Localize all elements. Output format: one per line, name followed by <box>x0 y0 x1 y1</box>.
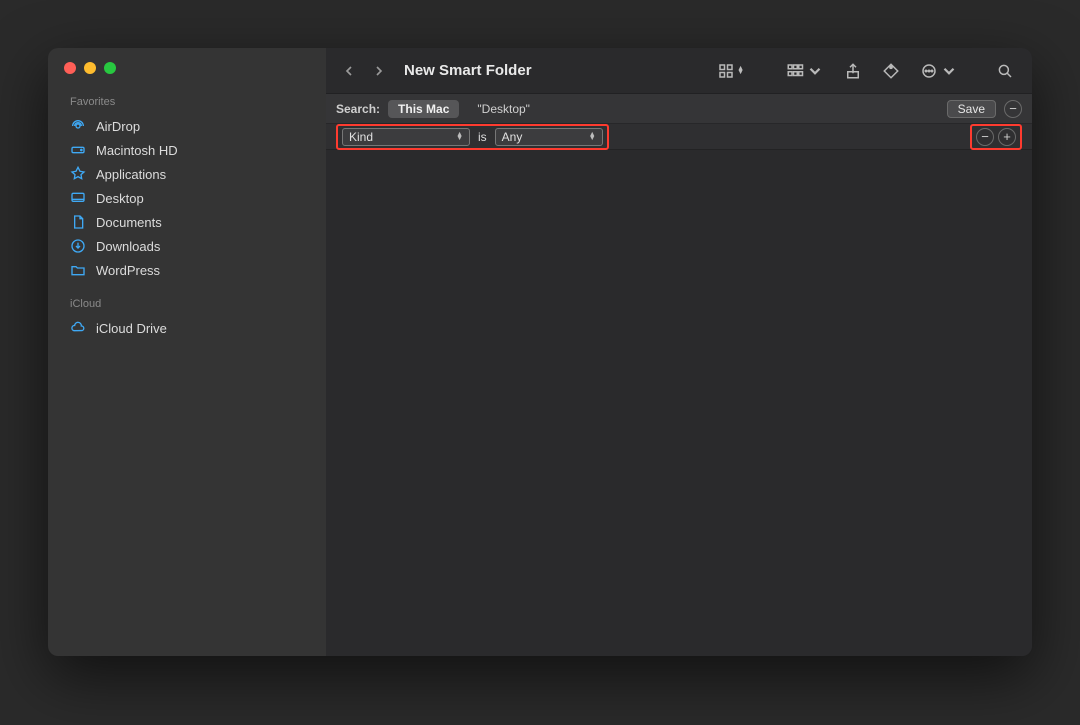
criteria-attribute-dropdown[interactable]: Kind ▲▼ <box>342 128 470 146</box>
airdrop-icon <box>70 118 86 134</box>
back-button[interactable] <box>338 60 360 82</box>
main-area: New Smart Folder ▲▼ <box>326 48 1032 656</box>
folder-icon <box>70 262 86 278</box>
dropdown-value: Kind <box>349 130 450 144</box>
sidebar-favorites-group: Favorites AirDrop Macintosh HD Applicati… <box>64 94 310 282</box>
remove-search-button[interactable]: − <box>1004 100 1022 118</box>
sidebar-item-macintosh-hd[interactable]: Macintosh HD <box>64 138 310 162</box>
sidebar-item-wordpress[interactable]: WordPress <box>64 258 310 282</box>
group-by-button[interactable] <box>780 58 830 84</box>
criteria-operator: is <box>478 130 487 144</box>
sidebar-item-icloud-drive[interactable]: iCloud Drive <box>64 316 310 340</box>
criteria-highlight-right: − + <box>970 124 1022 150</box>
close-window-button[interactable] <box>64 62 76 74</box>
minimize-window-button[interactable] <box>84 62 96 74</box>
updown-icon: ▲▼ <box>589 133 596 141</box>
criteria-value-dropdown[interactable]: Any ▲▼ <box>495 128 603 146</box>
sidebar-item-label: Macintosh HD <box>96 143 178 158</box>
scope-desktop[interactable]: "Desktop" <box>467 100 540 118</box>
sidebar-item-documents[interactable]: Documents <box>64 210 310 234</box>
cloud-icon <box>70 320 86 336</box>
documents-icon <box>70 214 86 230</box>
sidebar: Favorites AirDrop Macintosh HD Applicati… <box>48 48 326 656</box>
desktop-icon <box>70 190 86 206</box>
save-button[interactable]: Save <box>947 100 996 118</box>
zoom-window-button[interactable] <box>104 62 116 74</box>
updown-icon: ▲▼ <box>737 67 744 75</box>
window-title: New Smart Folder <box>404 62 532 79</box>
sidebar-item-label: WordPress <box>96 263 160 278</box>
dropdown-value: Any <box>502 130 583 144</box>
applications-icon <box>70 166 86 182</box>
sidebar-item-label: Applications <box>96 167 166 182</box>
window-controls <box>64 62 310 74</box>
search-label: Search: <box>336 102 380 116</box>
updown-icon: ▲▼ <box>456 133 463 141</box>
tags-button[interactable] <box>876 58 906 84</box>
favorites-section-label: Favorites <box>70 96 310 108</box>
sidebar-item-downloads[interactable]: Downloads <box>64 234 310 258</box>
search-button[interactable] <box>990 58 1020 84</box>
add-criteria-button[interactable]: + <box>998 128 1016 146</box>
sidebar-item-label: Desktop <box>96 191 144 206</box>
scope-this-mac[interactable]: This Mac <box>388 100 459 118</box>
sidebar-item-airdrop[interactable]: AirDrop <box>64 114 310 138</box>
sidebar-item-label: iCloud Drive <box>96 321 167 336</box>
downloads-icon <box>70 238 86 254</box>
sidebar-icloud-group: iCloud iCloud Drive <box>64 296 310 340</box>
results-area <box>326 150 1032 656</box>
criteria-row: Kind ▲▼ is Any ▲▼ − + <box>326 124 1032 150</box>
sidebar-item-label: Documents <box>96 215 162 230</box>
view-icons-button[interactable]: ▲▼ <box>711 58 750 84</box>
action-menu-button[interactable] <box>914 58 964 84</box>
criteria-highlight-left: Kind ▲▼ is Any ▲▼ <box>336 124 609 150</box>
icloud-section-label: iCloud <box>70 298 310 310</box>
forward-button[interactable] <box>368 60 390 82</box>
search-scope-bar: Search: This Mac "Desktop" Save − <box>326 94 1032 124</box>
sidebar-item-label: Downloads <box>96 239 160 254</box>
sidebar-item-label: AirDrop <box>96 119 140 134</box>
disk-icon <box>70 142 86 158</box>
sidebar-item-desktop[interactable]: Desktop <box>64 186 310 210</box>
share-button[interactable] <box>838 58 868 84</box>
remove-criteria-button[interactable]: − <box>976 128 994 146</box>
finder-window: Favorites AirDrop Macintosh HD Applicati… <box>48 48 1032 656</box>
toolbar: New Smart Folder ▲▼ <box>326 48 1032 94</box>
sidebar-item-applications[interactable]: Applications <box>64 162 310 186</box>
